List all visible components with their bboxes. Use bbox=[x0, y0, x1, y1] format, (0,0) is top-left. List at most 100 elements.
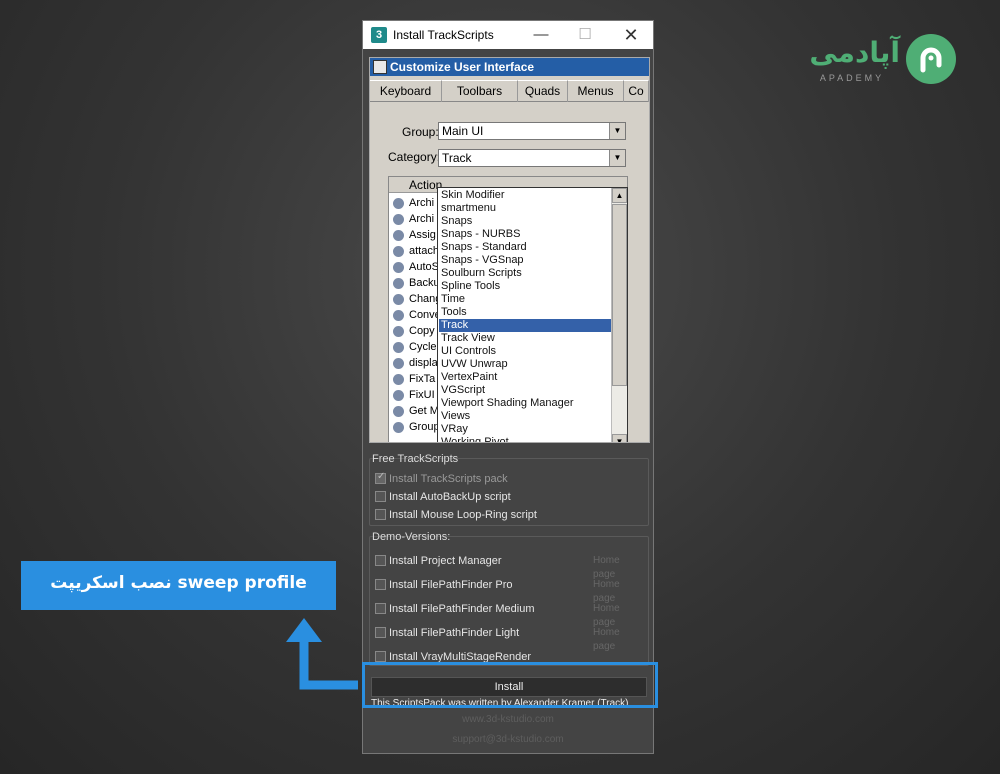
scroll-up-icon[interactable]: ▲ bbox=[612, 188, 627, 203]
tab-menus[interactable]: Menus bbox=[568, 80, 624, 102]
action-icon bbox=[393, 246, 404, 257]
action-label: Backu bbox=[409, 277, 440, 289]
checkbox[interactable] bbox=[375, 471, 386, 484]
tab-keyboard[interactable]: Keyboard bbox=[370, 80, 442, 102]
action-icon bbox=[393, 342, 404, 353]
checkbox-label: Install TrackScripts pack bbox=[389, 473, 508, 485]
demo-script-option[interactable]: Install FilePathFinder Pro Home page bbox=[375, 577, 635, 604]
arrow-up-icon bbox=[286, 618, 358, 690]
category-option[interactable]: Tools bbox=[439, 306, 611, 319]
free-script-option[interactable]: Install AutoBackUp script bbox=[375, 489, 635, 505]
action-icon bbox=[393, 358, 404, 369]
action-label: AutoS bbox=[409, 261, 439, 273]
category-label: Category: bbox=[388, 150, 441, 164]
category-option[interactable]: Snaps - NURBS bbox=[439, 228, 611, 241]
customize-ui-tabs: Keyboard Toolbars Quads Menus Co bbox=[370, 80, 649, 102]
chevron-down-icon: ▼ bbox=[609, 123, 625, 139]
checkbox[interactable] bbox=[375, 491, 386, 502]
checkbox[interactable] bbox=[375, 627, 386, 638]
category-option[interactable]: Views bbox=[439, 410, 611, 423]
action-icon bbox=[393, 406, 404, 417]
action-label: Cycle bbox=[409, 341, 437, 353]
category-option[interactable]: UVW Unwrap bbox=[439, 358, 611, 371]
checkbox[interactable] bbox=[375, 509, 386, 520]
website-link[interactable]: www.3d-kstudio.com bbox=[363, 713, 653, 727]
checkbox-label: Install FilePathFinder Light bbox=[389, 627, 520, 639]
action-label: Archi bbox=[409, 213, 435, 225]
scroll-down-icon[interactable]: ▼ bbox=[612, 434, 627, 442]
callout-text: نصب اسکریپت sweep profile bbox=[50, 573, 307, 593]
category-option[interactable]: UI Controls bbox=[439, 345, 611, 358]
category-option[interactable]: VRay bbox=[439, 423, 611, 436]
category-option[interactable]: Working Pivot bbox=[439, 436, 611, 442]
close-button[interactable]: ✕ bbox=[611, 21, 651, 49]
scroll-thumb[interactable] bbox=[612, 204, 627, 386]
customize-ui-title: Customize User Interface bbox=[370, 58, 649, 76]
checkbox[interactable] bbox=[375, 603, 386, 614]
category-option[interactable]: VertexPaint bbox=[439, 371, 611, 384]
checkbox-label: Install Mouse Loop-Ring script bbox=[389, 509, 537, 521]
window-title: Install TrackScripts bbox=[393, 28, 494, 42]
action-label: Group bbox=[409, 421, 440, 433]
group-select[interactable]: Main UI ▼ bbox=[438, 122, 626, 140]
category-option[interactable]: Snaps bbox=[439, 215, 611, 228]
category-option[interactable]: Spline Tools bbox=[439, 280, 611, 293]
checkbox-label: Install FilePathFinder Pro bbox=[389, 579, 513, 591]
checkbox[interactable] bbox=[375, 555, 386, 566]
action-icon bbox=[393, 278, 404, 289]
apademy-logo: آپادمی APADEMY bbox=[800, 30, 960, 90]
logo-text-fa: آپادمی bbox=[809, 36, 900, 69]
free-script-option[interactable]: Install TrackScripts pack bbox=[375, 471, 635, 487]
demo-script-option[interactable]: Install FilePathFinder Light Home page bbox=[375, 625, 635, 652]
action-label: Archi bbox=[409, 197, 435, 209]
category-dropdown-list[interactable]: Skin Modifier smartmenu Snaps Snaps - NURBS… bbox=[437, 187, 628, 442]
demo-script-option[interactable]: Install Project Manager Home page bbox=[375, 553, 635, 580]
checkbox[interactable] bbox=[375, 651, 386, 662]
tab-toolbars[interactable]: Toolbars bbox=[442, 80, 518, 102]
category-option[interactable]: smartmenu bbox=[439, 202, 611, 215]
action-label: attach bbox=[409, 245, 439, 257]
install-trackscripts-window: 3 Install TrackScripts — ☐ ✕ Customize U… bbox=[362, 20, 654, 754]
category-option[interactable]: Snaps - Standard bbox=[439, 241, 611, 254]
action-label: Copy bbox=[409, 325, 435, 337]
apademy-logo-icon bbox=[906, 34, 956, 84]
chevron-down-icon: ▼ bbox=[609, 150, 625, 166]
install-highlight-frame bbox=[362, 662, 658, 708]
3dsmax-app-icon: 3 bbox=[371, 27, 387, 43]
checkbox-label: Install FilePathFinder Medium bbox=[389, 603, 535, 615]
category-option[interactable]: Skin Modifier bbox=[439, 189, 611, 202]
dropdown-scrollbar[interactable]: ▲ ▼ bbox=[611, 188, 627, 442]
category-option[interactable]: Time bbox=[439, 293, 611, 306]
title-bar[interactable]: 3 Install TrackScripts — ☐ ✕ bbox=[363, 21, 653, 49]
logo-text-en: APADEMY bbox=[819, 73, 885, 83]
category-option[interactable]: Track View bbox=[439, 332, 611, 345]
category-option[interactable]: VGScript bbox=[439, 384, 611, 397]
category-select[interactable]: Track ▼ bbox=[438, 149, 626, 167]
checkbox-label: Install AutoBackUp script bbox=[389, 491, 511, 503]
category-option[interactable]: Viewport Shading Manager bbox=[439, 397, 611, 410]
tab-quads[interactable]: Quads bbox=[518, 80, 568, 102]
action-icon bbox=[393, 422, 404, 433]
action-icon bbox=[393, 310, 404, 321]
instruction-callout: نصب اسکریپت sweep profile bbox=[21, 561, 336, 610]
customize-ui-title-text: Customize User Interface bbox=[390, 60, 535, 74]
group-select-value: Main UI bbox=[442, 124, 484, 138]
minimize-button[interactable]: — bbox=[521, 21, 561, 49]
free-group-title: Free TrackScripts bbox=[372, 453, 459, 465]
action-label: FixUI bbox=[409, 389, 435, 401]
free-script-option[interactable]: Install Mouse Loop-Ring script bbox=[375, 507, 635, 523]
maximize-button[interactable]: ☐ bbox=[565, 21, 605, 49]
demo-script-option[interactable]: Install FilePathFinder Medium Home page bbox=[375, 601, 635, 628]
support-email-link[interactable]: support@3d-kstudio.com bbox=[363, 733, 653, 747]
action-icon bbox=[393, 262, 404, 273]
action-icon bbox=[393, 214, 404, 225]
category-select-value: Track bbox=[442, 151, 472, 165]
category-option[interactable]: Track bbox=[439, 319, 611, 332]
category-option[interactable]: Soulburn Scripts bbox=[439, 267, 611, 280]
category-option[interactable]: Snaps - VGSnap bbox=[439, 254, 611, 267]
tab-colors[interactable]: Co bbox=[624, 80, 649, 102]
action-icon bbox=[393, 390, 404, 401]
checkbox[interactable] bbox=[375, 579, 386, 590]
action-label: displa bbox=[409, 357, 438, 369]
action-icon bbox=[393, 374, 404, 385]
